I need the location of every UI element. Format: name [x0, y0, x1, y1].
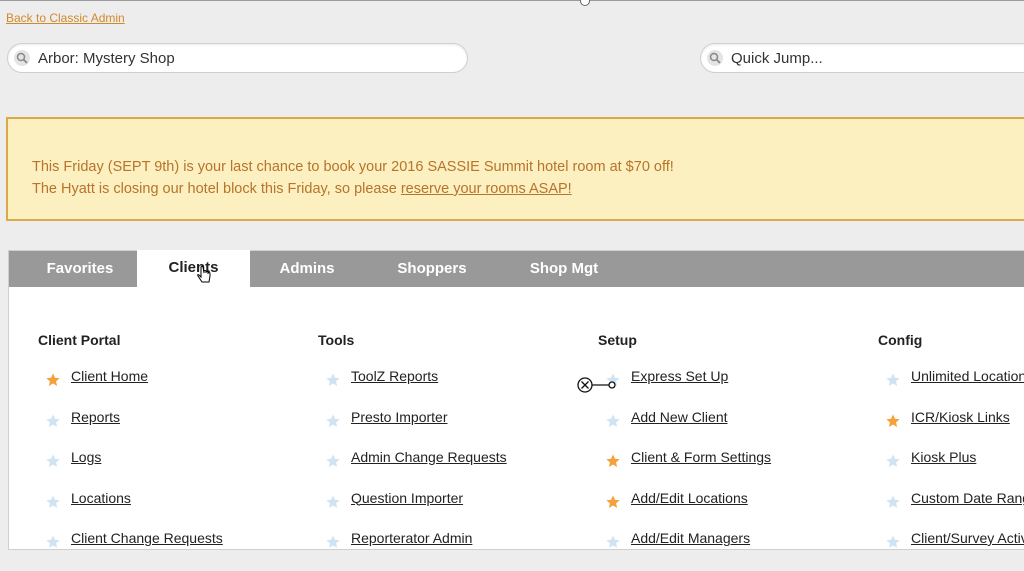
- icr-kiosk-links-link[interactable]: ICR/Kiosk Links: [911, 409, 1010, 425]
- star-icon[interactable]: [885, 413, 901, 429]
- column-title: Config: [878, 332, 923, 348]
- custom-date-ranges-link[interactable]: Custom Date Ranges: [911, 490, 1024, 506]
- column-tools: Tools ToolZ Reports Presto Importer Admi…: [318, 332, 507, 548]
- magnifier-icon: [707, 50, 723, 66]
- reserve-rooms-link[interactable]: reserve your rooms ASAP!: [401, 181, 572, 197]
- announcement-banner: This Friday (SEPT 9th) is your last chan…: [6, 117, 1024, 221]
- star-icon[interactable]: [325, 534, 341, 550]
- tab-bar: Favorites Clients Admins Shoppers Shop M…: [9, 250, 1024, 287]
- quick-jump-input[interactable]: [731, 49, 1024, 67]
- reporterator-admin-link[interactable]: Reporterator Admin: [351, 530, 472, 546]
- star-icon[interactable]: [45, 534, 61, 550]
- quick-jump-box[interactable]: [700, 43, 1024, 73]
- column-config: Config Unlimited Locations ICR/Kiosk Lin…: [878, 332, 1024, 548]
- toolz-reports-link[interactable]: ToolZ Reports: [351, 368, 438, 384]
- star-icon[interactable]: [885, 372, 901, 388]
- star-icon[interactable]: [885, 534, 901, 550]
- star-icon[interactable]: [605, 534, 621, 550]
- column-title: Tools: [318, 332, 355, 348]
- add-edit-locations-link[interactable]: Add/Edit Locations: [631, 490, 748, 506]
- add-new-client-link[interactable]: Add New Client: [631, 409, 728, 425]
- column-setup: Setup Express Set Up Add New Client Clie…: [598, 332, 771, 548]
- star-icon[interactable]: [885, 494, 901, 510]
- admin-menu-panel: Favorites Clients Admins Shoppers Shop M…: [8, 250, 1024, 550]
- client-change-requests-link[interactable]: Client Change Requests: [71, 530, 223, 546]
- drag-handle-icon[interactable]: [577, 376, 617, 394]
- star-icon[interactable]: [45, 372, 61, 388]
- admin-change-requests-link[interactable]: Admin Change Requests: [351, 449, 507, 465]
- presto-importer-link[interactable]: Presto Importer: [351, 409, 447, 425]
- magnifier-icon: [14, 50, 30, 66]
- column-title: Client Portal: [38, 332, 121, 348]
- unlimited-locations-link[interactable]: Unlimited Locations: [911, 368, 1024, 384]
- express-set-up-link[interactable]: Express Set Up: [631, 368, 728, 384]
- announcement-line-2: The Hyatt is closing our hotel block thi…: [32, 181, 572, 197]
- column-client-portal: Client Portal Client Home Reports Logs L…: [38, 332, 223, 548]
- tab-clients[interactable]: Clients: [137, 250, 250, 287]
- star-icon[interactable]: [325, 494, 341, 510]
- star-icon[interactable]: [45, 413, 61, 429]
- star-icon[interactable]: [45, 453, 61, 469]
- logs-link[interactable]: Logs: [71, 449, 101, 465]
- star-icon[interactable]: [325, 413, 341, 429]
- window-resize-handle[interactable]: [580, 0, 590, 6]
- hand-cursor-icon: [197, 266, 211, 283]
- star-icon[interactable]: [605, 413, 621, 429]
- client-survey-activity-link[interactable]: Client/Survey Activity: [911, 530, 1024, 546]
- add-edit-managers-link[interactable]: Add/Edit Managers: [631, 530, 750, 546]
- locations-link[interactable]: Locations: [71, 490, 131, 506]
- star-icon[interactable]: [885, 453, 901, 469]
- back-to-classic-admin-link[interactable]: Back to Classic Admin: [6, 11, 125, 25]
- tab-shop-mgt[interactable]: Shop Mgt: [514, 251, 614, 287]
- star-icon[interactable]: [605, 494, 621, 510]
- star-icon[interactable]: [605, 453, 621, 469]
- star-icon[interactable]: [325, 372, 341, 388]
- column-title: Setup: [598, 332, 637, 348]
- kiosk-plus-link[interactable]: Kiosk Plus: [911, 449, 976, 465]
- question-importer-link[interactable]: Question Importer: [351, 490, 463, 506]
- tab-favorites[interactable]: Favorites: [17, 251, 143, 287]
- announcement-line-2-text: The Hyatt is closing our hotel block thi…: [32, 181, 401, 197]
- reports-link[interactable]: Reports: [71, 409, 120, 425]
- tab-admins[interactable]: Admins: [262, 251, 352, 287]
- star-icon[interactable]: [45, 494, 61, 510]
- client-form-settings-link[interactable]: Client & Form Settings: [631, 449, 771, 465]
- star-icon[interactable]: [325, 453, 341, 469]
- client-home-link[interactable]: Client Home: [71, 368, 148, 384]
- top-border: [0, 0, 1024, 1]
- client-search-input[interactable]: [38, 49, 458, 67]
- announcement-line-1: This Friday (SEPT 9th) is your last chan…: [32, 159, 674, 175]
- tab-shoppers[interactable]: Shoppers: [382, 251, 482, 287]
- client-search-box[interactable]: [7, 43, 468, 73]
